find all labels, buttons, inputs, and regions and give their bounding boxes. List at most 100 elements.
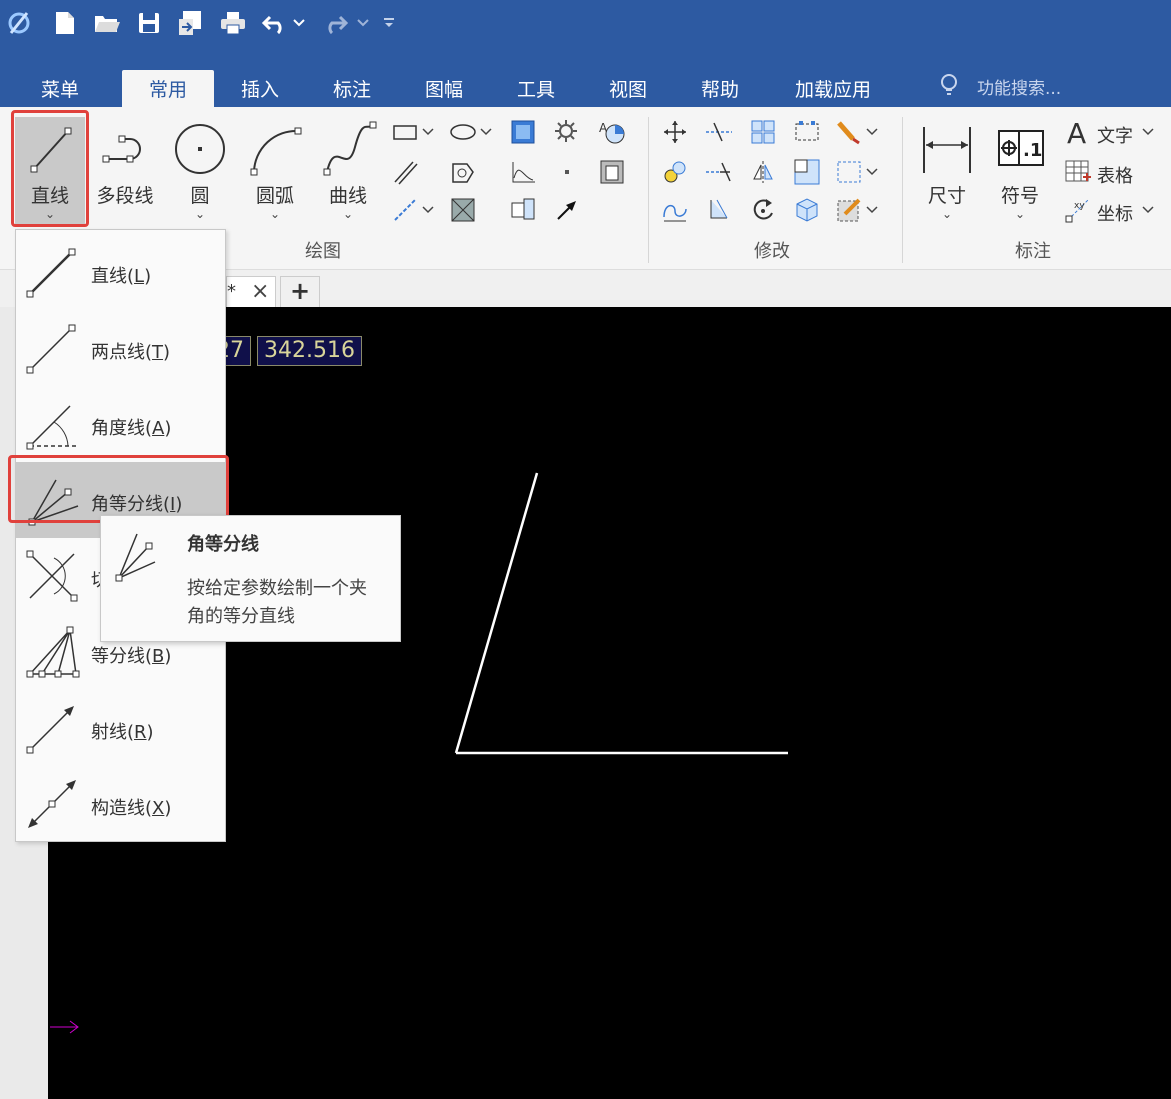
scale-icon[interactable]	[790, 157, 824, 187]
offset-icon[interactable]	[658, 195, 692, 225]
array-icon[interactable]	[746, 117, 780, 147]
block-icon[interactable]	[506, 195, 540, 225]
arrow-icon[interactable]	[550, 195, 584, 225]
menu-item-construction-line[interactable]: 构造线(X)	[16, 766, 225, 842]
menu-label-ray: 射线(R)	[91, 722, 154, 743]
drawn-line-slanted[interactable]	[454, 472, 539, 754]
chevron-down-icon[interactable]	[418, 117, 438, 147]
quick-access-toolbar	[0, 0, 1171, 60]
menu-label-construction-line: 构造线(X)	[91, 798, 172, 819]
mirror-icon[interactable]	[746, 157, 780, 187]
polygon-icon[interactable]	[446, 157, 480, 187]
edit-properties-icon[interactable]	[832, 195, 866, 225]
lightbulb-icon	[938, 72, 960, 100]
arc-button[interactable]: 圆弧 ⌄	[240, 117, 310, 225]
redo-icon[interactable]	[320, 8, 350, 38]
circle-button[interactable]: 圆 ⌄	[165, 117, 235, 225]
spline-chart-icon[interactable]	[506, 157, 540, 187]
text-label[interactable]: 文字	[1097, 122, 1133, 148]
dimension-button[interactable]: 尺寸 ⌄	[912, 117, 982, 225]
curve-icon	[323, 121, 377, 176]
chevron-down-icon[interactable]	[862, 157, 882, 187]
ucs-arrow-icon	[50, 1020, 79, 1034]
text-zone-icon[interactable]: A	[595, 117, 629, 147]
symbol-button[interactable]: .1 符号 ⌄	[985, 117, 1055, 225]
angle-line-icon	[26, 405, 78, 450]
centerline-icon[interactable]	[388, 195, 422, 225]
save-icon[interactable]	[134, 8, 164, 38]
customize-icon[interactable]	[378, 8, 400, 38]
add-tab-button[interactable]: +	[280, 276, 320, 307]
properties-brush-icon[interactable]	[832, 117, 866, 147]
explode-icon[interactable]	[832, 157, 866, 187]
tab-insert[interactable]: 插入	[214, 70, 306, 107]
close-tab-icon[interactable]: ×	[251, 279, 269, 304]
polyline-button[interactable]: 多段线	[90, 117, 160, 225]
rotate-icon[interactable]	[746, 195, 780, 225]
tab-view[interactable]: 视图	[582, 70, 674, 107]
coordinate-icon[interactable]: xy	[1062, 195, 1094, 225]
cross-hatch-icon[interactable]	[446, 195, 480, 225]
ellipse-icon[interactable]	[446, 117, 480, 147]
gear-icon[interactable]	[550, 117, 584, 147]
curve-button[interactable]: 曲线 ⌄	[313, 117, 383, 225]
hatch-icon[interactable]	[595, 157, 629, 187]
chevron-down-icon: ⌄	[941, 207, 953, 221]
fillet-icon[interactable]	[702, 195, 736, 225]
document-tab-modified-mark: *	[227, 281, 236, 302]
angle-bisector-icon	[115, 533, 156, 582]
chevron-down-icon[interactable]	[1138, 117, 1158, 147]
extend-icon[interactable]	[702, 157, 736, 187]
tooltip: 角等分线 按给定参数绘制一个夹 角的等分直线	[100, 515, 401, 642]
menu-item-ray[interactable]: 射线(R)	[16, 690, 225, 766]
3d-box-icon[interactable]	[790, 195, 824, 225]
menu-item-two-point-line[interactable]: 两点线(T)	[16, 310, 225, 386]
chevron-down-icon[interactable]	[1138, 195, 1158, 225]
redo-dropdown-icon[interactable]	[352, 8, 374, 38]
table-icon[interactable]	[1062, 157, 1094, 187]
coordinate-y-readout: 342.516	[257, 336, 362, 366]
save-as-icon[interactable]	[176, 8, 206, 38]
circle-label: 圆	[190, 185, 210, 207]
point-icon[interactable]	[550, 157, 584, 187]
two-point-line-icon	[26, 324, 76, 374]
coordinate-label[interactable]: 坐标	[1097, 200, 1133, 226]
print-icon[interactable]	[218, 8, 248, 38]
undo-icon[interactable]	[260, 8, 290, 38]
chevron-down-icon[interactable]	[862, 117, 882, 147]
undo-dropdown-icon[interactable]	[288, 8, 310, 38]
stretch-icon[interactable]	[790, 117, 824, 147]
app-logo-icon[interactable]	[4, 8, 34, 38]
symbol-icon: .1	[998, 130, 1044, 166]
polyline-label: 多段线	[96, 185, 154, 207]
menu-label-division-line: 等分线(B)	[91, 646, 172, 667]
tab-menu[interactable]: 菜单	[14, 70, 106, 107]
tab-common[interactable]: 常用	[122, 70, 214, 107]
parallel-line-icon[interactable]	[388, 157, 422, 187]
rectangle-icon[interactable]	[388, 117, 422, 147]
move-icon[interactable]	[658, 117, 692, 147]
table-label[interactable]: 表格	[1097, 162, 1133, 188]
menu-item-line[interactable]: 直线(L)	[16, 234, 225, 310]
fill-icon[interactable]	[506, 117, 540, 147]
open-folder-icon[interactable]	[92, 8, 122, 38]
new-file-icon[interactable]	[50, 8, 80, 38]
chevron-down-icon[interactable]	[418, 195, 438, 225]
document-tab[interactable]: * ×	[226, 276, 276, 307]
chevron-down-icon[interactable]	[476, 117, 496, 147]
chevron-down-icon[interactable]	[862, 195, 882, 225]
feature-search-input[interactable]: 功能搜索...	[977, 74, 1061, 99]
annotate-group-label: 标注	[1015, 241, 1051, 262]
text-icon[interactable]: A	[1062, 117, 1094, 147]
modify-group-label: 修改	[754, 241, 790, 262]
tab-help[interactable]: 帮助	[674, 70, 766, 107]
tab-annotate[interactable]: 标注	[306, 70, 398, 107]
tab-tools[interactable]: 工具	[490, 70, 582, 107]
trim-icon[interactable]	[702, 117, 736, 147]
draw-group-label: 绘图	[305, 241, 341, 262]
tab-addons[interactable]: 加载应用	[774, 70, 892, 107]
tab-drawing-frame[interactable]: 图幅	[398, 70, 490, 107]
arc-label: 圆弧	[255, 185, 294, 207]
copy-icon[interactable]	[658, 157, 692, 187]
menu-item-angle-line[interactable]: 角度线(A)	[16, 386, 225, 462]
